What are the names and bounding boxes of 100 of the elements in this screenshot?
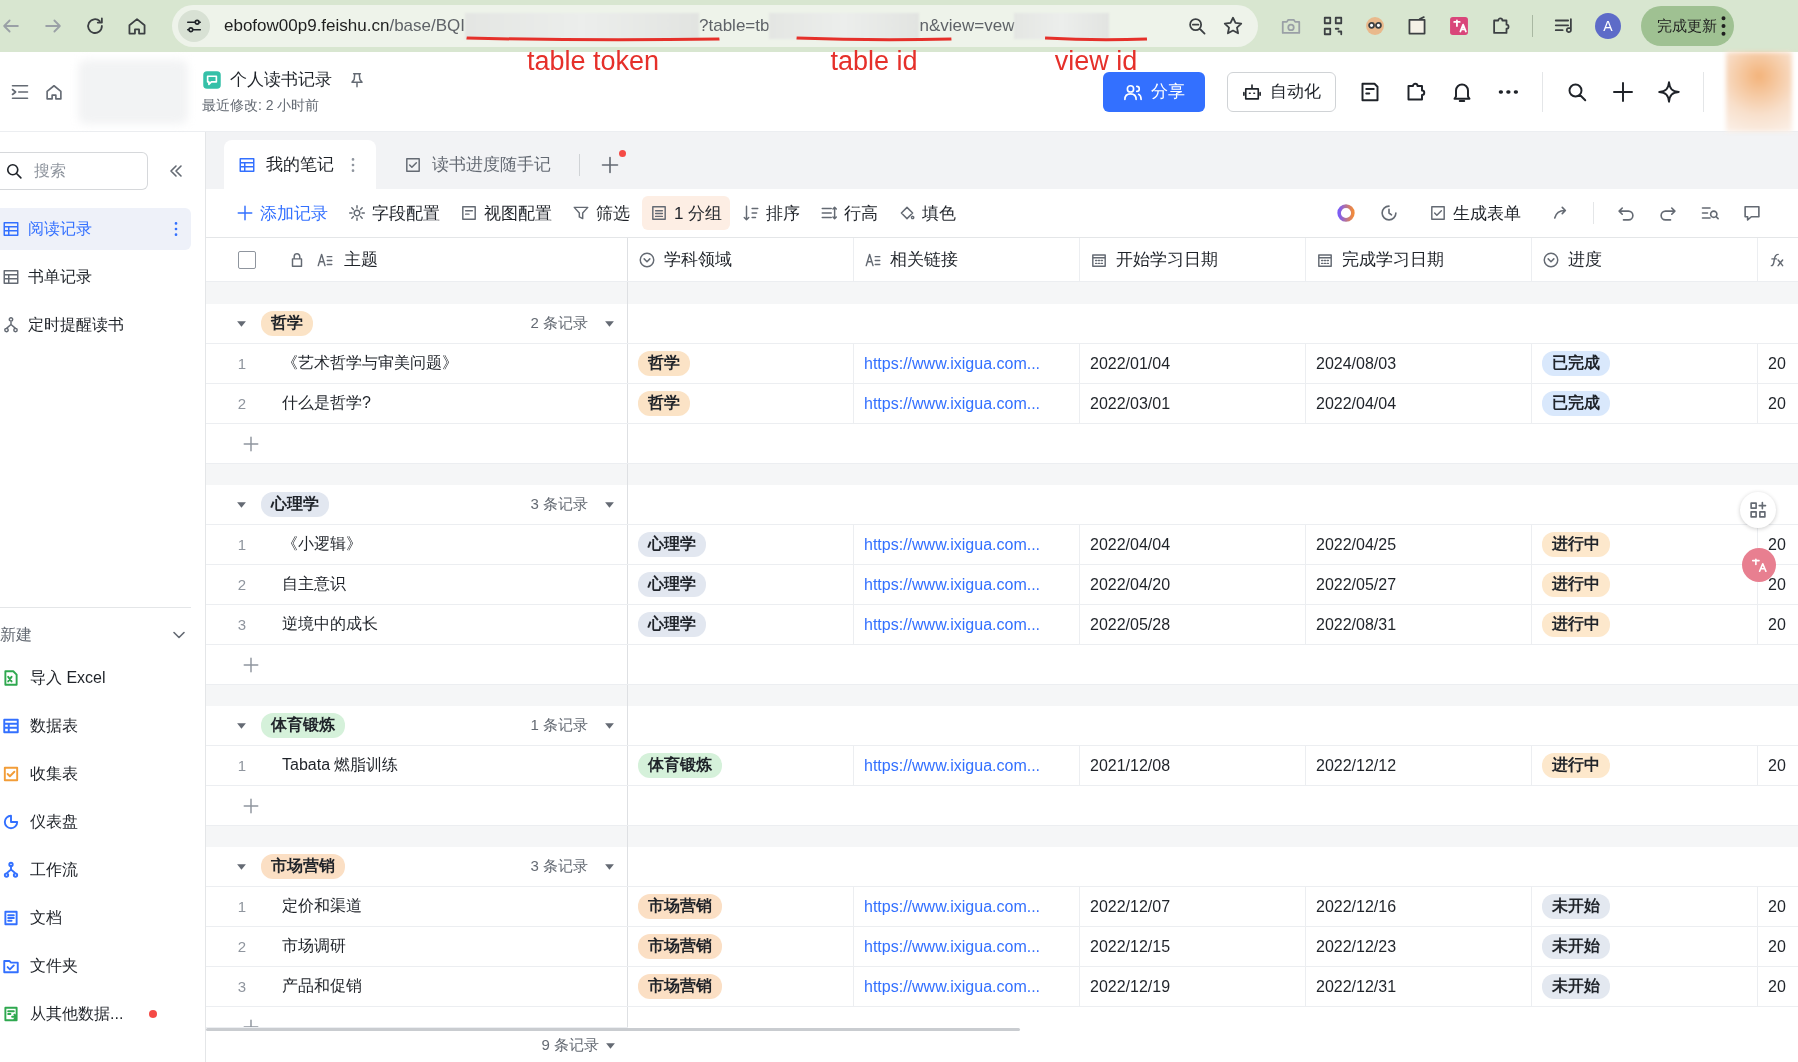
status-tag: 已完成 <box>1542 391 1610 416</box>
zoom-out-icon[interactable] <box>1186 15 1208 37</box>
create-item[interactable]: 收集表 <box>0 750 191 798</box>
share-button[interactable]: 分享 <box>1103 71 1205 112</box>
row-number: 1 <box>236 536 248 553</box>
create-item[interactable]: 仪表盘 <box>0 798 191 846</box>
ai-ring-icon[interactable] <box>1335 202 1357 224</box>
note-icon[interactable] <box>1406 15 1428 37</box>
link[interactable]: https://www.ixigua.com... <box>864 354 1041 373</box>
table-cell: 2022/01/04 <box>1090 354 1171 373</box>
create-item[interactable]: 导入 Excel <box>0 654 191 702</box>
link[interactable]: https://www.ixigua.com... <box>864 937 1041 956</box>
create-item[interactable]: 文档 <box>0 894 191 942</box>
sidebar-item[interactable]: 书单记录 <box>0 256 191 298</box>
link[interactable]: https://www.ixigua.com... <box>864 977 1041 996</box>
scrollbar[interactable] <box>206 1028 1020 1031</box>
row-number: 1 <box>236 757 248 774</box>
reload-icon[interactable] <box>84 15 106 37</box>
caret-icon[interactable] <box>604 861 615 872</box>
view-tab[interactable]: 我的笔记 <box>224 140 376 189</box>
qr-code-icon[interactable] <box>1322 15 1344 37</box>
toolbar-button[interactable]: 视图配置 <box>452 196 560 230</box>
table-cell: 2022/12/23 <box>1316 937 1397 956</box>
toolbar-button[interactable]: 字段配置 <box>340 196 448 230</box>
sidebar-item[interactable]: 定时提醒读书 <box>0 304 191 346</box>
link[interactable]: https://www.ixigua.com... <box>864 615 1041 634</box>
automation-button[interactable]: 自动化 <box>1227 71 1336 112</box>
column-header-cell[interactable]: 相关链接 <box>854 238 1080 281</box>
status-tag: 进行中 <box>1542 612 1610 637</box>
home-icon[interactable] <box>126 15 148 37</box>
profile-avatar[interactable]: A <box>1595 13 1621 39</box>
toolbar-button[interactable]: 行高 <box>812 196 887 230</box>
table-cell: 2022/12/15 <box>1090 937 1171 956</box>
generate-form-button[interactable]: 生成表单 <box>1421 196 1529 230</box>
record-count: 3 条记录 <box>530 495 588 514</box>
caret-icon[interactable] <box>236 318 247 329</box>
bookmark-star-icon[interactable] <box>1222 15 1244 37</box>
toolbar-button[interactable]: 添加记录 <box>228 196 336 230</box>
toolbar-button[interactable]: 排序 <box>734 196 809 230</box>
caret-icon[interactable] <box>236 499 247 510</box>
annotation-label: table id <box>830 46 918 77</box>
link[interactable]: https://www.ixigua.com... <box>864 394 1041 413</box>
plus-icon <box>236 203 254 223</box>
column-header-cell[interactable]: 进度 <box>1532 238 1758 281</box>
address-bar[interactable]: ebofow00p9.feishu.cn/base/BQI ?table=tb n&view=vew <box>172 5 1258 47</box>
column-header[interactable]: 主题 <box>344 248 378 271</box>
create-item[interactable]: 数据表 <box>0 702 191 750</box>
gear-icon <box>348 203 366 223</box>
row-number: 1 <box>236 898 248 915</box>
search-field[interactable]: 搜索 <box>0 152 148 190</box>
sparkle-icon[interactable] <box>1657 79 1681 104</box>
total-record-count: 9 条记录 <box>541 1035 599 1055</box>
table-cell: 2022/12/12 <box>1316 756 1397 775</box>
notification-dot <box>619 150 626 157</box>
add-widget-icon <box>1748 500 1768 520</box>
table-cell: 2022/04/20 <box>1090 575 1171 594</box>
toolbar-button[interactable]: 筛选 <box>564 196 638 230</box>
row-number: 3 <box>236 978 248 995</box>
toolbar-button[interactable]: 填色 <box>890 196 965 230</box>
sidebar-item[interactable]: 阅读记录 <box>0 208 191 250</box>
last-modified: 最近修改: 2 小时前 <box>202 97 321 115</box>
translate-icon[interactable] <box>1448 15 1470 37</box>
table-cell: 2024/08/03 <box>1316 354 1397 373</box>
create-item[interactable]: 文件夹 <box>0 942 191 990</box>
puzzle-icon[interactable] <box>1490 15 1512 37</box>
table-cell: 20 <box>1768 615 1786 634</box>
table-cell: 20 <box>1768 977 1786 996</box>
subject-tag: 体育锻炼 <box>638 753 722 778</box>
caret-icon[interactable] <box>236 861 247 872</box>
caret-icon[interactable] <box>236 720 247 731</box>
create-item[interactable]: 从其他数据... <box>0 990 191 1038</box>
column-header-cell[interactable]: 学科领域 <box>628 238 854 281</box>
plus-icon[interactable] <box>1611 79 1635 104</box>
add-widget-button[interactable] <box>1740 492 1776 528</box>
site-settings-button[interactable] <box>178 10 210 42</box>
column-header-cell[interactable]: 开始学习日期 <box>1080 238 1306 281</box>
toolbar-button[interactable]: 1 分组 <box>642 196 731 230</box>
comment-icon[interactable] <box>1742 203 1762 223</box>
history-icon[interactable] <box>1379 203 1399 223</box>
create-item[interactable]: 工作流 <box>0 846 191 894</box>
table-cell: 20 <box>1768 354 1786 373</box>
link[interactable]: https://www.ixigua.com... <box>864 575 1041 594</box>
view-tab[interactable]: 读书进度随手记 <box>390 140 565 189</box>
select-all-checkbox[interactable] <box>238 250 256 269</box>
form-icon <box>1429 203 1447 223</box>
list-icon <box>650 203 668 223</box>
table-cell: 20 <box>1768 394 1786 413</box>
glasses-icon[interactable] <box>1364 15 1386 37</box>
update-button[interactable]: 完成更新 <box>1641 6 1734 46</box>
robot-icon <box>1242 81 1262 102</box>
link[interactable]: https://www.ixigua.com... <box>864 535 1041 554</box>
record-count: 1 条记录 <box>530 716 588 735</box>
caret-icon[interactable] <box>604 499 615 510</box>
link[interactable]: https://www.ixigua.com... <box>864 897 1041 916</box>
column-header-cell[interactable]: 完成学习日期 <box>1306 238 1532 281</box>
table-cell: 2022/04/04 <box>1316 394 1397 413</box>
link[interactable]: https://www.ixigua.com... <box>864 756 1041 775</box>
table-cell: 2022/12/31 <box>1316 977 1397 996</box>
caret-icon[interactable] <box>604 318 615 329</box>
caret-icon[interactable] <box>604 720 615 731</box>
